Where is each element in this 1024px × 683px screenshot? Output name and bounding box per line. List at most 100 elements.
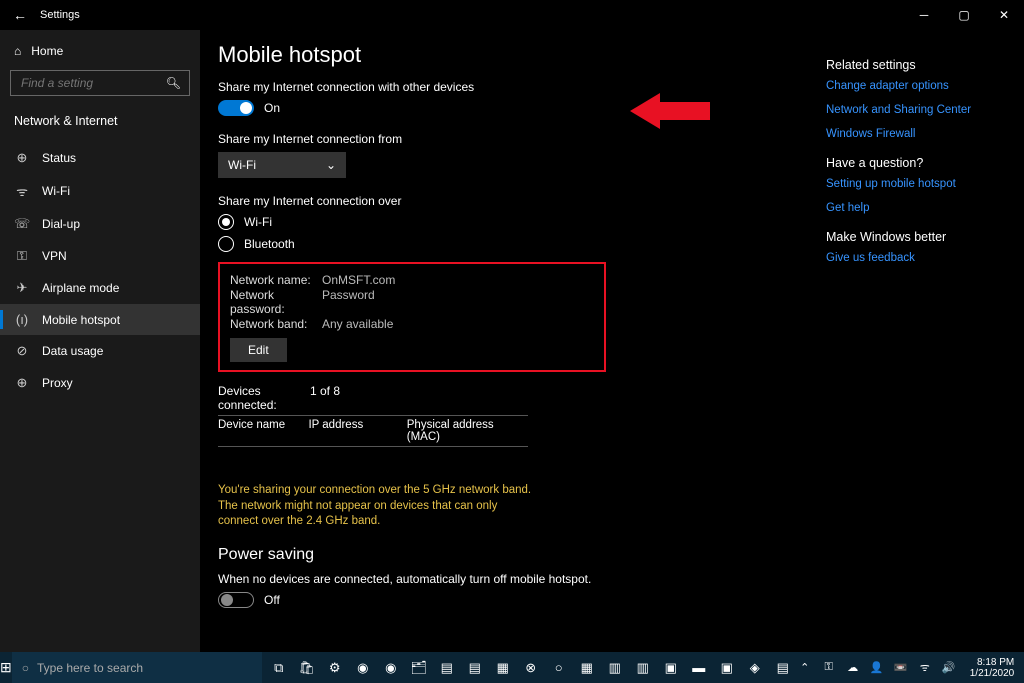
- nav-hotspot[interactable]: (ı)Mobile hotspot: [0, 304, 200, 335]
- devices-connected-label: Devices connected:: [218, 384, 310, 412]
- powersave-label: When no devices are connected, automatic…: [218, 572, 758, 586]
- taskbar-apps: ⧉ 🛍 ⚙ ◉ ◉ 🗂 ▤ ▤ ▦ ⊗ ○ ▦ ▥ ▥ ▣ ▬ ▣ ◈ ▤: [266, 655, 796, 681]
- app3-icon[interactable]: ▥: [630, 655, 656, 681]
- edge-icon[interactable]: ◉: [350, 655, 376, 681]
- cmd-icon[interactable]: ▤: [434, 655, 460, 681]
- store-icon[interactable]: 🛍: [294, 655, 320, 681]
- vpn-icon: ⚿: [14, 248, 30, 264]
- airplane-icon: ✈: [14, 280, 30, 296]
- col-mac: Physical address (MAC): [407, 419, 528, 443]
- calc-icon[interactable]: ▦: [574, 655, 600, 681]
- tray-lock-icon[interactable]: ⚿: [820, 661, 838, 674]
- page-title: Mobile hotspot: [218, 42, 758, 68]
- edit-button[interactable]: Edit: [230, 338, 287, 362]
- net-band-label: Network band:: [230, 317, 322, 331]
- link-setup-hotspot[interactable]: Setting up mobile hotspot: [826, 178, 996, 190]
- band-warning: You're sharing your connection over the …: [218, 483, 538, 530]
- app-icon[interactable]: ▦: [490, 655, 516, 681]
- link-feedback[interactable]: Give us feedback: [826, 252, 996, 264]
- nav-vpn[interactable]: ⚿VPN: [0, 240, 200, 272]
- nav-wifi[interactable]: ᯤWi-Fi: [0, 174, 200, 208]
- tray-cloud-icon[interactable]: ☁: [844, 661, 862, 674]
- app5-icon[interactable]: ▣: [714, 655, 740, 681]
- link-firewall[interactable]: Windows Firewall: [826, 128, 996, 140]
- col-name: Device name: [218, 419, 308, 443]
- search-icon: 🔍︎: [166, 76, 181, 90]
- nav-airplane[interactable]: ✈Airplane mode: [0, 272, 200, 304]
- net-name-label: Network name:: [230, 273, 322, 287]
- chevron-down-icon: ⌄: [326, 158, 336, 172]
- search-icon: ○: [22, 661, 29, 675]
- net-pass-label: Network password:: [230, 288, 322, 316]
- settings-icon[interactable]: ⚙: [322, 655, 348, 681]
- search-input[interactable]: [19, 75, 163, 91]
- window-title: Settings: [40, 9, 80, 21]
- status-icon: ⊕: [14, 150, 30, 166]
- tray-people-icon[interactable]: 👤: [868, 661, 886, 674]
- app4-icon[interactable]: ▬: [686, 655, 712, 681]
- titlebar: ← Settings ─ ▢ ✕: [0, 0, 1024, 30]
- net-pass-value: Password: [322, 288, 375, 316]
- mail-icon[interactable]: ▤: [462, 655, 488, 681]
- clock[interactable]: 8:18 PM 1/21/2020: [964, 657, 1021, 679]
- net-name-value: OnMSFT.com: [322, 273, 395, 287]
- dialup-icon: ☏: [14, 216, 30, 232]
- settings-search[interactable]: 🔍︎: [10, 70, 190, 96]
- col-ip: IP address: [308, 419, 406, 443]
- from-label: Share my Internet connection from: [218, 132, 758, 146]
- maximize-button[interactable]: ▢: [944, 8, 984, 22]
- nav-datausage[interactable]: ⊘Data usage: [0, 335, 200, 367]
- question-title: Have a question?: [826, 156, 996, 170]
- explorer-icon[interactable]: 🗂: [406, 655, 432, 681]
- taskview-icon[interactable]: ⧉: [266, 655, 292, 681]
- link-sharing[interactable]: Network and Sharing Center: [826, 104, 996, 116]
- edgedev-icon[interactable]: ◉: [378, 655, 404, 681]
- nav-proxy[interactable]: ⊕Proxy: [0, 367, 200, 399]
- link-gethelp[interactable]: Get help: [826, 202, 996, 214]
- annotation-arrow: [630, 88, 710, 134]
- app2-icon[interactable]: ▥: [602, 655, 628, 681]
- tray-vol-icon[interactable]: 🔊: [940, 661, 958, 674]
- taskbar[interactable]: ⊞ ○ Type here to search ⧉ 🛍 ⚙ ◉ ◉ 🗂 ▤ ▤ …: [0, 652, 1024, 683]
- category-header: Network & Internet: [0, 106, 200, 136]
- link-adapter[interactable]: Change adapter options: [826, 80, 996, 92]
- devices-connected-value: 1 of 8: [310, 384, 410, 412]
- tray-up-icon[interactable]: ⌃: [796, 661, 814, 674]
- network-info-highlight: Network name:OnMSFT.com Network password…: [218, 262, 606, 372]
- start-button[interactable]: ⊞: [0, 659, 12, 676]
- close-button[interactable]: ✕: [984, 8, 1024, 22]
- nav-status[interactable]: ⊕Status: [0, 142, 200, 174]
- toggle-on-icon: [218, 100, 254, 116]
- android-icon[interactable]: ▣: [658, 655, 684, 681]
- minimize-button[interactable]: ─: [904, 8, 944, 22]
- better-title: Make Windows better: [826, 230, 996, 244]
- tray-bt-icon[interactable]: 📼: [892, 661, 910, 674]
- toggle-off-icon: [218, 592, 254, 608]
- app7-icon[interactable]: ▤: [770, 655, 796, 681]
- home-label: Home: [31, 44, 63, 58]
- radio-bluetooth[interactable]: Bluetooth: [218, 236, 758, 252]
- net-band-value: Any available: [322, 317, 393, 331]
- back-button[interactable]: ←: [0, 7, 40, 23]
- datausage-icon: ⊘: [14, 343, 30, 359]
- nav-dialup[interactable]: ☏Dial-up: [0, 208, 200, 240]
- home-nav[interactable]: ⌂ Home: [0, 38, 200, 64]
- home-icon: ⌂: [14, 44, 21, 58]
- taskbar-search[interactable]: ○ Type here to search: [12, 652, 262, 683]
- radio-selected-icon: [218, 214, 234, 230]
- devices-table: Device name IP address Physical address …: [218, 415, 528, 447]
- over-label: Share my Internet connection over: [218, 194, 758, 208]
- radio-icon: [218, 236, 234, 252]
- tray-wifi-icon[interactable]: ᯤ: [916, 660, 934, 675]
- powersave-toggle[interactable]: Off: [218, 592, 758, 608]
- cortana-icon[interactable]: ○: [546, 655, 572, 681]
- sidebar: ⌂ Home 🔍︎ Network & Internet ⊕Status ᯤWi…: [0, 30, 200, 652]
- app6-icon[interactable]: ◈: [742, 655, 768, 681]
- powersave-title: Power saving: [218, 546, 758, 564]
- xbox-icon[interactable]: ⊗: [518, 655, 544, 681]
- proxy-icon: ⊕: [14, 375, 30, 391]
- system-tray[interactable]: ⌃ ⚿ ☁ 👤 📼 ᯤ 🔊 8:18 PM 1/21/2020 💬: [796, 657, 1024, 679]
- from-dropdown[interactable]: Wi-Fi ⌄: [218, 152, 346, 178]
- radio-wifi[interactable]: Wi-Fi: [218, 214, 758, 230]
- right-panel: Related settings Change adapter options …: [826, 42, 996, 642]
